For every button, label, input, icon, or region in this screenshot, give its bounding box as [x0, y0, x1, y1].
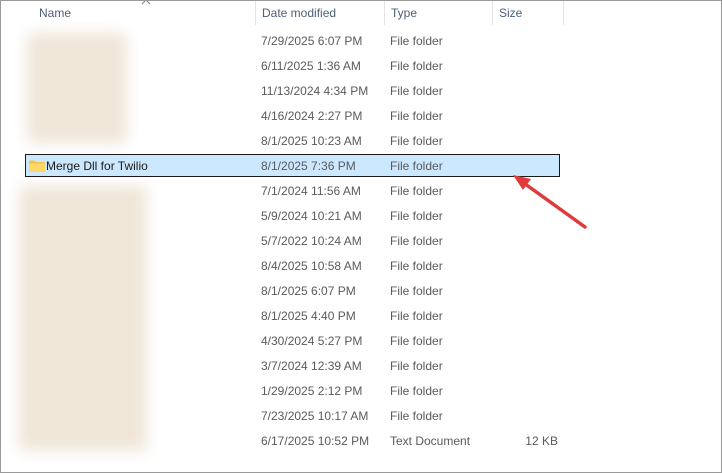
cell-type: File folder [390, 334, 443, 348]
cell-date: 4/16/2024 2:27 PM [261, 109, 363, 123]
folder-icon [29, 160, 45, 172]
list-item[interactable]: 4/16/2024 2:27 PM File folder [25, 104, 560, 127]
cell-type: File folder [390, 184, 443, 198]
list-item[interactable]: 7/23/2025 10:17 AM File folder [25, 404, 560, 427]
list-item[interactable]: 8/1/2025 10:23 AM File folder [25, 129, 560, 152]
cell-type: File folder [390, 134, 443, 148]
file-explorer-pane: Name Date modified Type Size 7/29/2025 6… [0, 0, 722, 473]
cell-date: 8/4/2025 10:58 AM [261, 259, 362, 273]
list-item[interactable]: 1/29/2025 2:12 PM File folder [25, 379, 560, 402]
list-item[interactable]: 8/1/2025 4:40 PM File folder [25, 304, 560, 327]
list-item[interactable]: 11/13/2024 4:34 PM File folder [25, 79, 560, 102]
cell-size [496, 405, 558, 428]
cell-date: 5/9/2024 10:21 AM [261, 209, 362, 223]
cell-date: 3/7/2024 12:39 AM [261, 359, 362, 373]
column-header-date-modified[interactable]: Date modified [256, 1, 385, 25]
cell-date: 1/29/2025 2:12 PM [261, 384, 363, 398]
cell-type: File folder [390, 159, 443, 173]
cell-type: File folder [390, 234, 443, 248]
cell-date: 8/1/2025 7:36 PM [261, 159, 356, 173]
list-item[interactable]: 7/1/2024 11:56 AM File folder [25, 179, 560, 202]
red-arrow-icon [513, 175, 587, 229]
cell-date: 4/30/2024 5:27 PM [261, 334, 363, 348]
cell-type: File folder [390, 109, 443, 123]
cell-type: File folder [390, 384, 443, 398]
chevron-up-icon [141, 1, 151, 5]
cell-size [496, 105, 558, 128]
cell-size [496, 280, 558, 303]
cell-date: 7/29/2025 6:07 PM [261, 34, 363, 48]
list-item[interactable]: 4/30/2024 5:27 PM File folder [25, 329, 560, 352]
cell-date: 6/17/2025 10:52 PM [261, 434, 370, 448]
column-header-size[interactable]: Size [493, 1, 564, 25]
cell-date: 8/1/2025 4:40 PM [261, 309, 356, 323]
cell-size [496, 80, 558, 103]
column-header-type[interactable]: Type [385, 1, 493, 25]
cell-type: Text Document [390, 434, 471, 448]
cell-size [496, 305, 558, 328]
list-item[interactable]: 6/17/2025 10:52 PM Text Document 12 KB [25, 429, 560, 452]
cell-date: 7/1/2024 11:56 AM [261, 184, 361, 198]
cell-size [496, 355, 558, 378]
cell-size [496, 330, 558, 353]
column-header-row: Name Date modified Type Size [1, 1, 721, 25]
list-item[interactable]: 7/29/2025 6:07 PM File folder [25, 29, 560, 52]
cell-date: 8/1/2025 6:07 PM [261, 284, 356, 298]
cell-name: Merge Dll for Twilio [46, 159, 148, 173]
cell-type: File folder [390, 209, 443, 223]
cell-type: File folder [390, 309, 443, 323]
cell-size [496, 380, 558, 403]
cell-size [496, 130, 558, 153]
cell-date: 7/23/2025 10:17 AM [261, 409, 369, 423]
cell-date: 5/7/2022 10:24 AM [261, 234, 362, 248]
cell-type: File folder [390, 359, 443, 373]
cell-type: File folder [390, 34, 443, 48]
cell-size [496, 255, 558, 278]
list-item[interactable]: 5/7/2022 10:24 AM File folder [25, 229, 560, 252]
list-item[interactable]: 8/1/2025 6:07 PM File folder [25, 279, 560, 302]
cell-date: 11/13/2024 4:34 PM [261, 84, 369, 98]
cell-type: File folder [390, 284, 443, 298]
list-item[interactable]: 6/11/2025 1:36 AM File folder [25, 54, 560, 77]
cell-date: 6/11/2025 1:36 AM [261, 59, 361, 73]
cell-type: File folder [390, 59, 443, 73]
cell-size: 12 KB [525, 434, 558, 448]
list-item-selected[interactable]: Merge Dll for Twilio 8/1/2025 7:36 PM File… [25, 154, 560, 177]
cell-type: File folder [390, 259, 443, 273]
cell-size [496, 55, 558, 78]
cell-type: File folder [390, 84, 443, 98]
list-item[interactable]: 8/4/2025 10:58 AM File folder [25, 254, 560, 277]
list-item[interactable]: 5/9/2024 10:21 AM File folder [25, 204, 560, 227]
list-item[interactable]: 3/7/2024 12:39 AM File folder [25, 354, 560, 377]
cell-size [496, 30, 558, 53]
cell-date: 8/1/2025 10:23 AM [261, 134, 362, 148]
cell-type: File folder [390, 409, 443, 423]
